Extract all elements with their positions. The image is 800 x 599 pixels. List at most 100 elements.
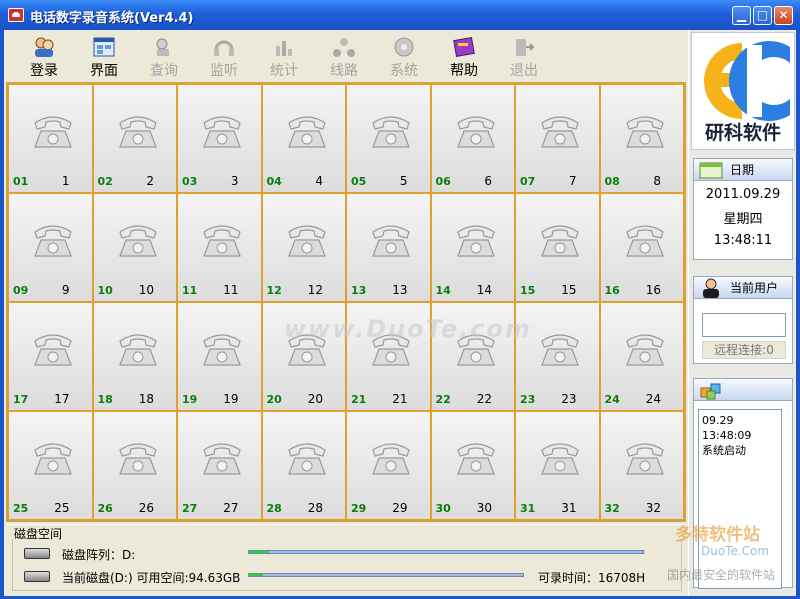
current-user-field[interactable] <box>702 313 786 337</box>
telephone-icon <box>203 225 241 257</box>
toolbar-button-5[interactable]: 线路 <box>314 36 374 80</box>
channel-id: 19 <box>182 393 198 406</box>
toolbar-button-label: 监听 <box>210 63 238 79</box>
channel-number: 20 <box>307 392 323 406</box>
channel-cell[interactable]: 19 19 <box>177 302 262 411</box>
system-log[interactable]: 09.29 13:48:09 系统启动 <box>698 409 782 589</box>
watermark-center: www.DuoTe.com <box>284 315 532 343</box>
channel-number: 17 <box>54 392 70 406</box>
cubes-icon <box>700 383 721 400</box>
channel-cell[interactable]: 07 7 <box>515 84 600 193</box>
channel-grid: 01 1 02 2 03 3 04 4 05 5 06 6 07 7 08 8 09 9 10 10 11 11 12 12 1… <box>6 82 686 522</box>
date-value: 2011.09.29 <box>705 187 781 202</box>
channel-number: 25 <box>54 501 70 515</box>
channel-id: 09 <box>13 284 29 297</box>
telephone-icon <box>372 116 410 148</box>
channel-id: 16 <box>604 284 620 297</box>
channel-cell[interactable]: 32 32 <box>599 411 684 520</box>
channel-cell[interactable]: 30 30 <box>430 411 515 520</box>
telephone-icon <box>625 225 664 257</box>
weekday-value: 星期四 <box>723 212 763 227</box>
channel-cell[interactable]: 18 18 <box>92 302 177 411</box>
toolbar-button-2[interactable]: 查询 <box>134 36 194 80</box>
channel-id: 24 <box>604 393 620 406</box>
channel-id: 21 <box>351 393 367 406</box>
telephone-icon <box>625 334 664 366</box>
channel-cell[interactable]: 12 12 <box>261 193 346 302</box>
channel-id: 14 <box>435 284 451 297</box>
channel-number: 1 <box>61 174 70 188</box>
channel-cell[interactable]: 17 17 <box>8 302 93 411</box>
channel-cell[interactable]: 26 26 <box>92 411 177 520</box>
channel-id: 07 <box>520 175 536 188</box>
channel-cell[interactable]: 06 6 <box>430 84 515 193</box>
channel-cell[interactable]: 01 1 <box>8 84 93 193</box>
channel-id: 12 <box>266 284 282 297</box>
client-area: 登录 界面 查询 监听 统计 线路 系统 帮助 退出 01 1 02 2 03 3 04 4 05 5 06 6 07 7… <box>4 30 796 596</box>
channel-cell[interactable]: 09 9 <box>8 193 93 302</box>
date-panel: 日期 2011.09.29 星期四 13:48:11 <box>693 158 793 260</box>
channel-id: 13 <box>351 284 367 297</box>
toolbar-button-label: 查询 <box>150 63 178 79</box>
channel-number: 9 <box>61 283 70 297</box>
channel-cell[interactable]: 11 11 <box>177 193 262 302</box>
log-entry-message: 系统启动 <box>702 444 746 457</box>
channel-number: 19 <box>223 392 239 406</box>
channel-number: 26 <box>138 501 154 515</box>
toolbar-button-label: 统计 <box>270 63 298 79</box>
maximize-button[interactable]: □ <box>753 6 772 25</box>
channel-number: 15 <box>561 283 577 297</box>
channel-cell[interactable]: 15 15 <box>515 193 600 302</box>
toolbar-button-0[interactable]: 登录 <box>14 36 74 80</box>
company-brand: 研科软件 <box>704 122 781 144</box>
channel-id: 20 <box>266 393 282 406</box>
telephone-icon <box>541 225 579 257</box>
channel-id: 08 <box>604 175 620 188</box>
settings-disc-icon <box>394 37 414 57</box>
toolbar-button-4[interactable]: 统计 <box>254 36 314 80</box>
telephone-icon <box>203 334 241 366</box>
toolbar-button-6[interactable]: 系统 <box>374 36 434 80</box>
toolbar-button-label: 线路 <box>330 63 358 79</box>
channel-cell[interactable]: 16 16 <box>599 193 684 302</box>
telephone-icon <box>372 225 410 257</box>
channel-cell[interactable]: 25 25 <box>8 411 93 520</box>
channel-cell[interactable]: 28 28 <box>261 411 346 520</box>
telephone-icon <box>203 443 241 475</box>
toolbar-button-7[interactable]: 帮助 <box>434 36 494 80</box>
exit-icon <box>516 39 535 56</box>
channel-cell[interactable]: 14 14 <box>430 193 515 302</box>
headset-icon <box>214 40 234 56</box>
close-button[interactable]: ✕ <box>774 6 793 25</box>
channel-id: 23 <box>520 393 536 406</box>
channel-cell[interactable]: 03 3 <box>177 84 262 193</box>
channel-number: 2 <box>146 174 154 188</box>
remote-connection-button[interactable]: 远程连接:0 <box>702 341 786 359</box>
channel-id: 29 <box>351 502 367 515</box>
channel-cell[interactable]: 08 8 <box>599 84 684 193</box>
channel-cell[interactable]: 31 31 <box>515 411 600 520</box>
title-bar[interactable]: 电话数字录音系统(Ver4.4) ▁ □ ✕ <box>0 0 800 30</box>
channel-cell[interactable]: 10 10 <box>92 193 177 302</box>
toolbar-button-3[interactable]: 监听 <box>194 36 254 80</box>
channel-number: 22 <box>476 392 492 406</box>
channel-cell[interactable]: 02 2 <box>92 84 177 193</box>
channel-id: 32 <box>604 502 620 515</box>
toolbar-button-8[interactable]: 退出 <box>494 36 554 80</box>
minimize-button[interactable]: ▁ <box>732 6 751 25</box>
channel-cell[interactable]: 24 24 <box>599 302 684 411</box>
channel-number: 14 <box>476 283 492 297</box>
channel-cell[interactable]: 05 5 <box>346 84 431 193</box>
toolbar-button-1[interactable]: 界面 <box>74 36 134 80</box>
telephone-icon <box>287 116 326 148</box>
channel-number: 3 <box>230 174 239 188</box>
users-icon <box>35 37 54 57</box>
channel-cell[interactable]: 04 4 <box>261 84 346 193</box>
app-phone-icon <box>8 8 24 22</box>
channel-id: 03 <box>182 175 198 188</box>
channel-cell[interactable]: 27 27 <box>177 411 262 520</box>
channel-id: 11 <box>182 284 198 297</box>
channel-cell[interactable]: 13 13 <box>346 193 431 302</box>
channel-cell[interactable]: 29 29 <box>346 411 431 520</box>
user-title: 当前用户 <box>730 281 779 295</box>
